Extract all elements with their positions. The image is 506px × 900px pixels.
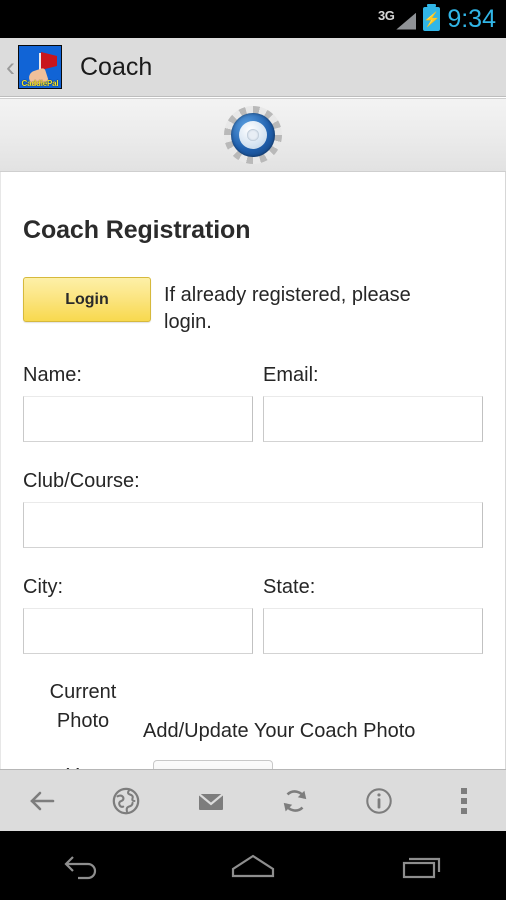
current-photo-column: Current Photo You	[23, 664, 143, 769]
toolbar-bookmarks-button[interactable]	[84, 770, 168, 831]
dot-shape	[460, 807, 467, 814]
city-state-input-row	[23, 599, 483, 654]
login-row: Login If already registered, please logi…	[23, 277, 483, 336]
current-photo-value: You	[23, 762, 143, 769]
photo-section: Current Photo You Add/Update Your Coach …	[23, 664, 483, 769]
status-bar: 3G ⚡ 9:34	[0, 0, 506, 38]
back-chevron-icon[interactable]: ‹	[6, 53, 15, 81]
toolbar-back-button[interactable]	[0, 770, 84, 831]
info-icon	[366, 787, 393, 814]
bolt-glyph: ⚡	[423, 11, 441, 27]
envelope-icon	[198, 792, 224, 810]
toolbar-refresh-button[interactable]	[253, 770, 337, 831]
current-photo-label: Current Photo	[49, 681, 117, 732]
club-course-label: Club/Course:	[23, 470, 140, 492]
photo-upload-caption: Add/Update Your Coach Photo	[143, 720, 416, 742]
choose-file-button[interactable]: Choose file	[153, 760, 274, 769]
signal-triangle-icon	[396, 12, 417, 30]
network-type-label: 3G	[377, 7, 395, 23]
overflow-menu-icon	[460, 787, 467, 814]
name-input[interactable]	[23, 396, 253, 442]
name-label: Name:	[23, 364, 82, 386]
globe-icon	[113, 787, 140, 814]
back-arrow-icon	[30, 791, 55, 810]
email-label: Email:	[263, 364, 319, 386]
nav-home-button[interactable]	[169, 849, 338, 883]
email-input[interactable]	[263, 396, 483, 442]
dot-shape	[460, 787, 467, 794]
toolbar-info-button[interactable]	[337, 770, 421, 831]
browser-toolbar	[0, 769, 506, 831]
photo-upload-column: Add/Update Your Coach Photo Choose file	[143, 664, 483, 769]
android-home-icon	[231, 854, 275, 877]
battery-charging-icon: ⚡	[423, 4, 441, 31]
android-back-icon	[64, 855, 97, 879]
state-label: State:	[263, 576, 316, 598]
phone-screen: 3G ⚡ 9:34 ‹ CaddiePal Coach Coach Regist…	[0, 0, 506, 900]
page-title: Coach	[80, 52, 153, 81]
toolbar-overflow-button[interactable]	[422, 770, 506, 831]
signal-bars-icon: 3G	[377, 7, 417, 30]
toolbar-mail-button[interactable]	[169, 770, 253, 831]
nav-recents-button[interactable]	[337, 849, 506, 883]
dot-shape	[460, 797, 467, 804]
android-recents-icon	[402, 857, 440, 878]
gear-icon	[224, 106, 282, 164]
page-content: Coach Registration Login If already regi…	[0, 172, 506, 769]
registration-heading: Coach Registration	[23, 216, 251, 244]
city-label: City:	[23, 576, 63, 598]
name-email-input-row	[23, 387, 483, 442]
app-icon[interactable]: CaddiePal	[18, 45, 62, 89]
name-email-label-row: Name: Email:	[23, 336, 483, 387]
city-state-label-row: City: State:	[23, 548, 483, 599]
status-clock: 9:34	[447, 4, 496, 33]
app-icon-label: CaddiePal	[21, 79, 59, 88]
login-hint-text: If already registered, please login.	[164, 284, 411, 333]
nav-back-button[interactable]	[0, 849, 169, 883]
club-course-input[interactable]	[23, 502, 483, 548]
android-nav-bar	[0, 831, 506, 900]
state-input[interactable]	[263, 608, 483, 654]
gear-banner	[0, 98, 506, 172]
login-button[interactable]: Login	[23, 277, 151, 322]
city-input[interactable]	[23, 608, 253, 654]
gear-core-shape	[247, 129, 259, 141]
refresh-icon	[283, 789, 307, 812]
action-bar: ‹ CaddiePal Coach	[0, 38, 506, 97]
